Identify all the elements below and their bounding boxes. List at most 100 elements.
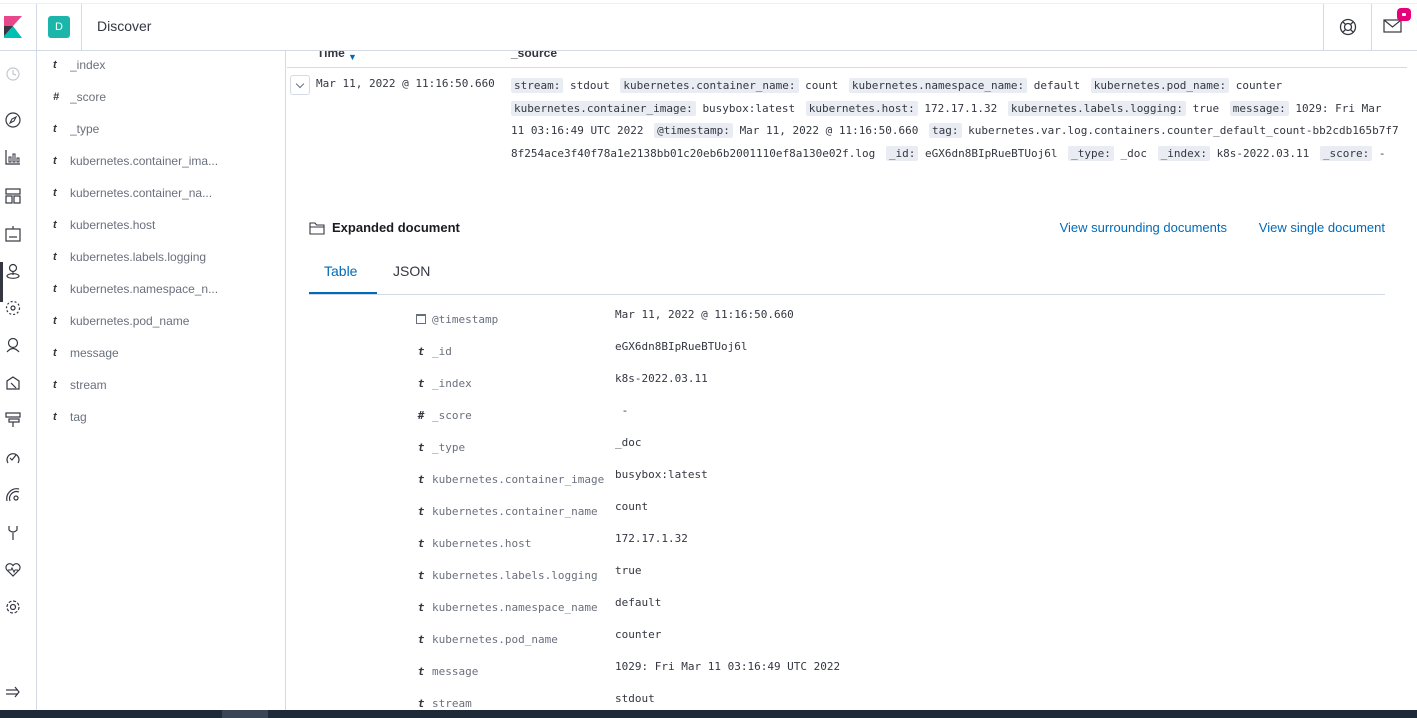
canvas-icon[interactable]	[4, 225, 22, 243]
space-avatar[interactable]: D	[48, 16, 70, 38]
discover-compass-icon[interactable]	[4, 111, 22, 129]
view-single-document-link[interactable]: View single document	[1259, 220, 1385, 235]
field-value: counter	[615, 628, 662, 641]
kibana-logo[interactable]	[0, 14, 26, 40]
field-name: _type	[70, 122, 100, 136]
notification-badge[interactable]	[1397, 8, 1411, 21]
field-item[interactable]: t kubernetes.container_na...	[37, 181, 286, 209]
field-item[interactable]: t kubernetes.container_ima...	[37, 149, 286, 177]
header-divider	[1371, 4, 1372, 50]
string-type-icon: t	[417, 665, 425, 678]
tab-table[interactable]: Table	[324, 263, 357, 295]
field-item[interactable]: t kubernetes.namespace_n...	[37, 277, 286, 305]
graph-icon[interactable]	[4, 336, 22, 354]
table-row[interactable]: t kubernetes.container_name count	[287, 497, 1387, 529]
table-row[interactable]: # _score -	[287, 401, 1387, 433]
source-key: kubernetes.namespace_name:	[848, 78, 1028, 93]
source-value: counter	[1235, 79, 1283, 92]
string-type-icon: t	[53, 187, 57, 199]
number-type-icon: #	[53, 91, 60, 103]
string-type-icon: t	[417, 441, 425, 454]
table-row[interactable]: t _id eGX6dn8BIpRueBTUoj6l	[287, 337, 1387, 369]
string-type-icon: t	[417, 505, 425, 518]
field-value: 172.17.1.32	[615, 532, 688, 545]
field-name: kubernetes.container_image	[432, 473, 605, 486]
field-value: _doc	[615, 436, 642, 449]
source-value: true	[1192, 101, 1220, 115]
management-gear-icon[interactable]	[4, 598, 22, 616]
field-name: tag	[70, 410, 87, 424]
table-row[interactable]: t _index k8s-2022.03.11	[287, 369, 1387, 401]
field-value: Mar 11, 2022 @ 11:16:50.660	[615, 308, 794, 321]
source-key: message:	[1229, 100, 1289, 116]
source-value: busybox:latest	[702, 101, 796, 115]
source-value: k8s-2022.03.11	[1216, 146, 1310, 160]
table-row[interactable]: t kubernetes.labels.logging true	[287, 561, 1387, 593]
field-name: message	[432, 665, 479, 678]
side-nav	[0, 51, 37, 710]
column-header-time[interactable]: Time	[317, 51, 345, 60]
string-type-icon: t	[417, 697, 425, 710]
field-item[interactable]: t message	[37, 341, 286, 369]
field-item[interactable]: t kubernetes.host	[37, 213, 286, 241]
header-divider	[81, 4, 82, 50]
dashboard-icon[interactable]	[4, 187, 22, 205]
os-taskbar	[0, 710, 1417, 718]
source-value: _doc	[1120, 146, 1147, 160]
clock-icon[interactable]	[4, 65, 22, 83]
source-key: kubernetes.pod_name:	[1090, 78, 1230, 93]
field-item[interactable]: t kubernetes.labels.logging	[37, 245, 286, 273]
table-row[interactable]: t kubernetes.host 172.17.1.32	[287, 529, 1387, 561]
string-type-icon: t	[53, 123, 57, 135]
field-item[interactable]: t tag	[37, 405, 286, 433]
taskbar-item[interactable]	[222, 710, 268, 718]
maps-icon[interactable]	[4, 262, 22, 280]
table-row[interactable]: t message 1029: Fri Mar 11 03:16:49 UTC …	[287, 657, 1387, 689]
date-type-icon	[415, 313, 427, 327]
help-icon[interactable]	[1338, 17, 1358, 37]
string-type-icon: t	[53, 283, 57, 295]
field-name: kubernetes.namespace_n...	[70, 282, 219, 296]
table-row[interactable]: t kubernetes.pod_name counter	[287, 625, 1387, 657]
source-key: tag:	[929, 123, 962, 138]
active-nav-indicator	[0, 262, 3, 302]
table-row[interactable]: t _type _doc	[287, 433, 1387, 465]
source-key: _score:	[1319, 145, 1373, 161]
source-key: kubernetes.host:	[805, 100, 918, 116]
string-type-icon: t	[417, 473, 425, 486]
field-name: _score	[70, 90, 107, 104]
string-type-icon: t	[417, 601, 425, 614]
field-item[interactable]: # _score	[37, 85, 286, 113]
table-row[interactable]: t kubernetes.container_image busybox:lat…	[287, 465, 1387, 497]
main-content: Time ▼ _source Mar 11, 2022 @ 11:16:50.6…	[287, 51, 1417, 710]
collapse-row-button[interactable]	[290, 75, 310, 95]
source-value: 172.17.1.32	[924, 101, 998, 115]
table-row[interactable]: t kubernetes.namespace_name default	[287, 593, 1387, 625]
dev-tools-icon[interactable]	[4, 524, 22, 542]
logs-icon[interactable]	[4, 411, 22, 429]
field-item[interactable]: t kubernetes.pod_name	[37, 309, 286, 337]
number-type-icon: #	[417, 409, 425, 422]
view-surrounding-documents-link[interactable]: View surrounding documents	[1060, 220, 1227, 235]
tab-json[interactable]: JSON	[393, 263, 430, 295]
monitoring-icon[interactable]	[4, 561, 22, 579]
field-item[interactable]: t _index	[37, 53, 286, 81]
field-name: kubernetes.pod_name	[70, 314, 190, 328]
visualize-icon[interactable]	[4, 148, 22, 166]
table-row[interactable]: t stream stdout	[287, 689, 1387, 710]
field-item[interactable]: t stream	[37, 373, 286, 401]
sort-down-icon[interactable]: ▼	[348, 52, 357, 62]
source-value: -	[1378, 146, 1386, 160]
field-list-sidebar: t _index # _score t _type t kubernetes.conta…	[37, 51, 286, 710]
source-key: _index:	[1157, 145, 1210, 161]
ml-icon[interactable]	[4, 299, 22, 317]
apm-icon[interactable]	[4, 449, 22, 467]
collapse-nav-icon[interactable]	[4, 683, 22, 701]
string-type-icon: t	[53, 155, 57, 167]
table-row[interactable]: @timestamp Mar 11, 2022 @ 11:16:50.660	[287, 305, 1387, 337]
row-source-summary: stream: stdout kubernetes.container_name…	[511, 75, 1401, 165]
uptime-icon[interactable]	[4, 486, 22, 504]
siem-icon[interactable]	[4, 374, 22, 392]
field-item[interactable]: t _type	[37, 117, 286, 145]
window-top-strip	[0, 0, 1417, 4]
